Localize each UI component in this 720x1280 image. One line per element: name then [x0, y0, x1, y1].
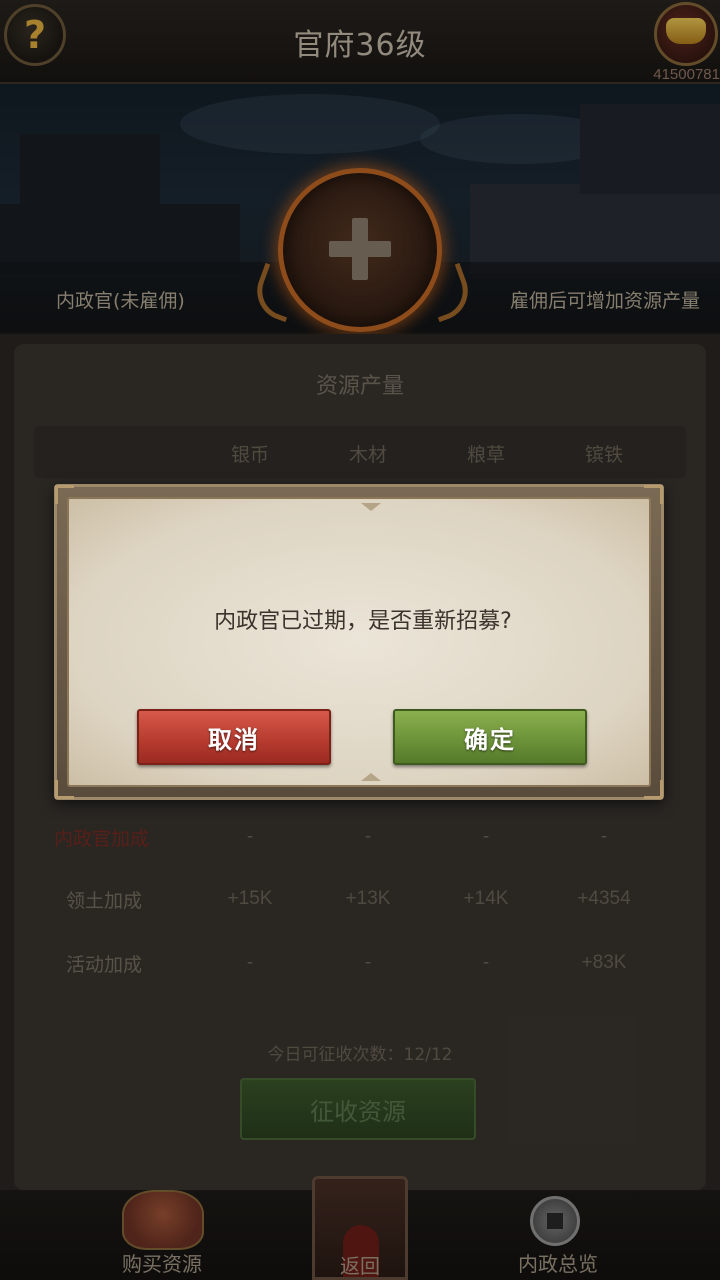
corner-ornament [644, 780, 663, 799]
chevron-down-icon [361, 503, 381, 511]
chevron-up-icon [361, 773, 381, 781]
corner-ornament [644, 485, 663, 504]
coin-icon[interactable] [530, 1196, 580, 1246]
row-label: 领土加成 [66, 890, 143, 912]
official-status: 内政官(未雇佣) [56, 290, 185, 312]
table-cell: +13K [345, 888, 391, 909]
basket-icon[interactable] [122, 1190, 204, 1250]
gold-amount: 41500781 [653, 66, 720, 83]
gold-ingot-button[interactable] [646, 2, 718, 66]
column-silver: 银币 [230, 444, 269, 466]
nav-back[interactable]: 返回 [310, 1250, 410, 1279]
dialog-message: 内政官已过期，是否重新招募? [214, 609, 512, 634]
nav-buy-resources[interactable]: 购买资源 [100, 1248, 224, 1277]
cancel-button[interactable]: 取消 [137, 709, 331, 765]
corner-ornament [55, 485, 74, 504]
page-title: 官府36级 [293, 28, 427, 63]
row-label: 内政官加成 [54, 828, 150, 850]
section-title: 资源产量 [315, 374, 404, 399]
corner-ornament [55, 780, 74, 799]
table-cell: +4354 [577, 888, 631, 909]
right-tower [580, 104, 720, 194]
table-cell: - [364, 826, 372, 847]
right-wall [470, 184, 720, 274]
hire-hint: 雇佣后可增加资源产量 [509, 290, 700, 312]
column-wood: 木材 [348, 444, 387, 466]
dialog-body: 内政官已过期，是否重新招募? 取消 确定 [67, 497, 651, 787]
hire-official-button[interactable] [278, 168, 442, 332]
table-cell: - [364, 952, 372, 973]
nav-overview[interactable]: 内政总览 [496, 1248, 620, 1277]
table-cell: - [600, 826, 608, 847]
collect-count: 今日可征收次数：12/12 [267, 1045, 453, 1065]
top-bar: ? 官府36级 41500781 [0, 0, 720, 84]
coin-hole [547, 1213, 563, 1229]
cloud [180, 94, 440, 154]
column-grain: 粮草 [466, 444, 505, 466]
column-iron: 镔铁 [584, 444, 623, 466]
nav-back-label: 返回 [340, 1254, 380, 1278]
table-cell: - [482, 952, 490, 973]
nav-buy-label: 购买资源 [122, 1252, 202, 1276]
plus-icon-vertical [352, 218, 368, 280]
row-label: 活动加成 [66, 954, 143, 976]
table-cell: - [482, 826, 490, 847]
table-cell: +14K [463, 888, 509, 909]
confirm-dialog: 内政官已过期，是否重新招募? 取消 确定 [54, 484, 664, 800]
table-cell: - [246, 826, 254, 847]
gold-ingot-icon [666, 18, 706, 44]
confirm-button[interactable]: 确定 [393, 709, 587, 765]
collect-resources-button[interactable]: 征收资源 [240, 1078, 476, 1140]
table-cell: - [246, 952, 254, 973]
table-cell: +15K [227, 888, 273, 909]
nav-overview-label: 内政总览 [518, 1252, 598, 1276]
table-cell: +83K [581, 952, 627, 973]
